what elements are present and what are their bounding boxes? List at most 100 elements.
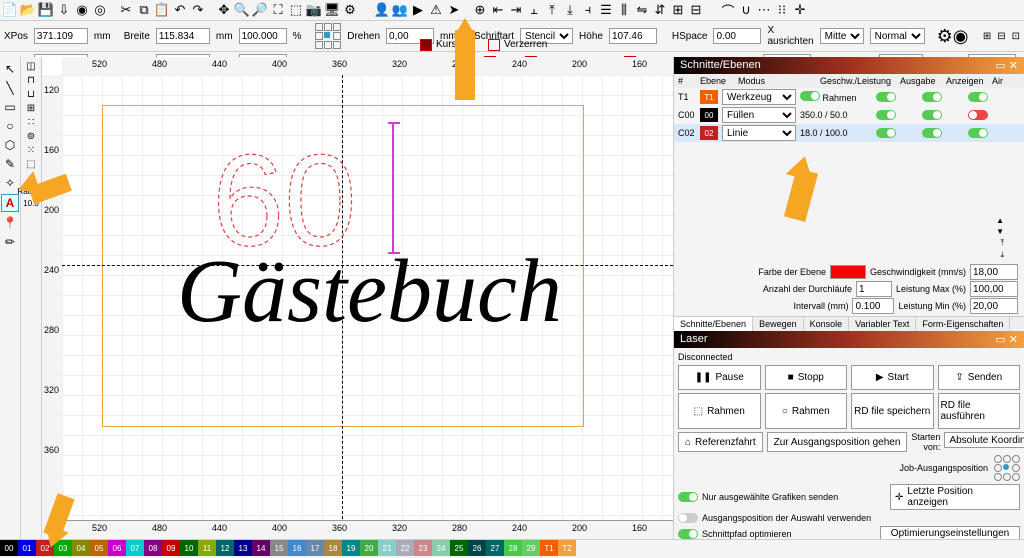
- hspace-input[interactable]: [713, 28, 761, 44]
- text-tool[interactable]: A: [1, 194, 19, 212]
- copy-icon[interactable]: ⧉: [136, 2, 152, 18]
- group-icon[interactable]: ⊞: [670, 2, 686, 18]
- interval-input[interactable]: [852, 298, 894, 314]
- weld-tool[interactable]: ⊓: [27, 75, 35, 86]
- select-tool[interactable]: ↖: [2, 61, 18, 77]
- save-rd-button[interactable]: RD file speichern: [851, 393, 934, 429]
- open-icon[interactable]: 📂: [20, 2, 36, 18]
- layer-row[interactable]: C02 02 Linie 18.0 / 100.0: [674, 124, 1024, 142]
- rect-tool[interactable]: ▭: [2, 99, 18, 115]
- rotate-input[interactable]: [386, 28, 434, 44]
- camera-icon[interactable]: 📷: [306, 2, 322, 18]
- canvas-area[interactable]: 520 480 440 400 360 320 280 240 200 160 …: [42, 57, 673, 539]
- palette-swatch[interactable]: 20: [360, 540, 378, 556]
- frame1-button[interactable]: ⬚ Rahmen: [678, 393, 761, 429]
- zoom-in-icon[interactable]: 🔍: [234, 2, 250, 18]
- marker-tool[interactable]: 📍: [2, 215, 18, 231]
- cut-icon[interactable]: ✂: [118, 2, 134, 18]
- layer-row[interactable]: C00 00 Füllen 350.0 / 50.0: [674, 106, 1024, 124]
- style-select[interactable]: Normal: [870, 28, 925, 44]
- palette-swatch[interactable]: 08: [144, 540, 162, 556]
- palette-swatch[interactable]: 23: [414, 540, 432, 556]
- palette-swatch[interactable]: 00: [0, 540, 18, 556]
- layer-down-icon[interactable]: ▼: [996, 227, 1004, 236]
- ungroup-icon[interactable]: ⊟: [688, 2, 704, 18]
- text-script-object[interactable]: Gästebuch: [177, 240, 562, 343]
- dots-tool[interactable]: ⁙: [27, 145, 35, 156]
- palette-swatch[interactable]: 17: [306, 540, 324, 556]
- grid-tool[interactable]: ⊞: [27, 103, 35, 114]
- palette-swatch[interactable]: 25: [450, 540, 468, 556]
- tab-cuts[interactable]: Schnitte/Ebenen: [674, 317, 753, 331]
- palette-swatch[interactable]: 28: [504, 540, 522, 556]
- arrange1-icon[interactable]: ⊞: [983, 31, 991, 42]
- frame2-button[interactable]: ○ Rahmen: [765, 393, 848, 429]
- target-icon[interactable]: ⊕: [472, 2, 488, 18]
- font-select[interactable]: Stencil: [520, 28, 573, 44]
- palette-swatch[interactable]: 14: [252, 540, 270, 556]
- preview-icon[interactable]: ⚙◉: [937, 26, 969, 47]
- polygon-tool[interactable]: ⬡: [2, 137, 18, 153]
- path-tool[interactable]: ✎: [2, 156, 18, 172]
- speed-input[interactable]: [970, 264, 1018, 280]
- zoom-fit-icon[interactable]: ⛶: [270, 2, 286, 18]
- show-last-pos-button[interactable]: ✛ Letzte Position anzeigen: [890, 484, 1020, 510]
- palette-swatch[interactable]: T2: [558, 540, 576, 556]
- trace-icon[interactable]: ⋯: [756, 2, 772, 18]
- tab-console[interactable]: Konsole: [804, 317, 850, 331]
- bool-icon[interactable]: ∪: [738, 2, 754, 18]
- start-from-select[interactable]: Absolute Koordinaten: [944, 432, 1024, 448]
- opt-path-toggle[interactable]: [678, 529, 698, 539]
- align-b-icon[interactable]: ⤓: [562, 2, 578, 18]
- import-icon[interactable]: ⇩: [56, 2, 72, 18]
- palette-swatch[interactable]: 09: [162, 540, 180, 556]
- palette-swatch[interactable]: 06: [108, 540, 126, 556]
- palette-swatch[interactable]: T1: [540, 540, 558, 556]
- palette-swatch[interactable]: 22: [396, 540, 414, 556]
- xalign-select[interactable]: Mitte: [820, 28, 864, 44]
- align-r-icon[interactable]: ⇥: [508, 2, 524, 18]
- palette-swatch[interactable]: 16: [288, 540, 306, 556]
- palette-swatch[interactable]: 10: [180, 540, 198, 556]
- undock-icon[interactable]: ▭: [995, 60, 1005, 72]
- line-tool[interactable]: ╲: [2, 80, 18, 96]
- anchor-grid[interactable]: [315, 23, 341, 49]
- palette-swatch[interactable]: 24: [432, 540, 450, 556]
- goto-origin-button[interactable]: Zur Ausgangsposition gehen: [767, 432, 908, 452]
- send-icon[interactable]: ➤: [446, 2, 462, 18]
- undock2-icon[interactable]: ▭: [995, 334, 1005, 346]
- width-input[interactable]: [156, 28, 210, 44]
- start-button[interactable]: ▶ Start: [851, 365, 934, 390]
- palette-swatch[interactable]: 21: [378, 540, 396, 556]
- stop-button[interactable]: ■ Stopp: [765, 365, 848, 390]
- canvas[interactable]: 60 Gästebuch: [62, 75, 673, 519]
- array-tool[interactable]: ∷: [28, 117, 34, 128]
- align-m-icon[interactable]: ⫞: [580, 2, 596, 18]
- run-rd-button[interactable]: RD file ausführen: [938, 393, 1021, 429]
- tab-shape[interactable]: Form-Eigenschaften: [916, 317, 1010, 331]
- passes-input[interactable]: [856, 281, 892, 297]
- tab-move[interactable]: Bewegen: [753, 317, 804, 331]
- array-icon[interactable]: ⁝⁝: [774, 2, 790, 18]
- palette-swatch[interactable]: 27: [486, 540, 504, 556]
- warning-icon[interactable]: ⚠: [428, 2, 444, 18]
- dist-v-icon[interactable]: ⫼: [616, 2, 632, 18]
- palette-swatch[interactable]: 13: [234, 540, 252, 556]
- flip-v-icon[interactable]: ⇵: [652, 2, 668, 18]
- pause-button[interactable]: ❚❚ Pause: [678, 365, 761, 390]
- send-button[interactable]: ⇪ Senden: [938, 365, 1021, 390]
- use-sel-origin-toggle[interactable]: [678, 513, 698, 523]
- flip-h-icon[interactable]: ⇋: [634, 2, 650, 18]
- user-add-icon[interactable]: 👥: [392, 2, 408, 18]
- dist-h-icon[interactable]: ☰: [598, 2, 614, 18]
- offset-tool[interactable]: ◫: [26, 61, 35, 72]
- zoom-out-icon[interactable]: 🔎: [252, 2, 268, 18]
- palette-swatch[interactable]: 07: [126, 540, 144, 556]
- blank1-tool[interactable]: ⬚: [26, 159, 35, 170]
- globe2-icon[interactable]: ◎: [92, 2, 108, 18]
- gear-icon[interactable]: ⚙: [342, 2, 358, 18]
- monitor-icon[interactable]: 🖥: [324, 2, 340, 18]
- cross-icon[interactable]: ✛: [792, 2, 808, 18]
- palette-swatch[interactable]: 29: [522, 540, 540, 556]
- layer-top-icon[interactable]: ⤒: [1000, 238, 1004, 248]
